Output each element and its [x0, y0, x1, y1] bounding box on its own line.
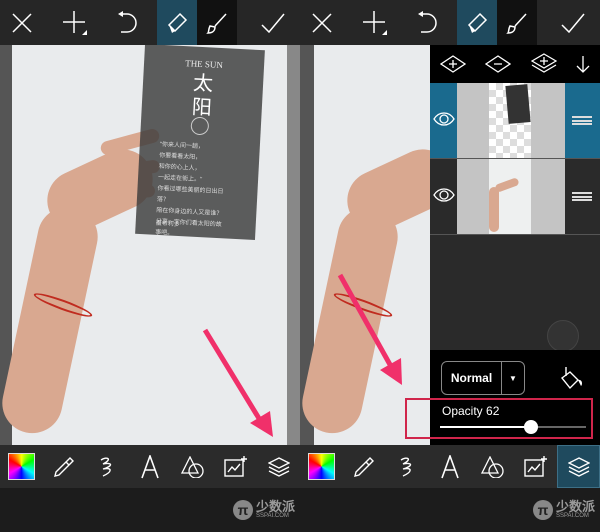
apply-button[interactable]: [251, 0, 294, 45]
brush-icon: [206, 12, 227, 34]
stroke-button[interactable]: [86, 445, 129, 488]
add-sticker-icon: [224, 455, 247, 477]
eye-icon[interactable]: [433, 111, 455, 127]
merge-layer-icon[interactable]: [530, 53, 557, 75]
photo-canvas[interactable]: Normal ▼ Opacity 62: [300, 45, 600, 445]
close-icon: [11, 12, 32, 33]
paint-bucket-icon[interactable]: [560, 366, 584, 392]
brush-icon: [506, 12, 527, 34]
eraser-icon: [167, 12, 188, 33]
annotation-arrow: [337, 273, 402, 385]
close-button[interactable]: [300, 0, 343, 45]
right-screen: Normal ▼ Opacity 62 π 少数派 SSPAI.COM: [300, 0, 600, 532]
layer-row-background[interactable]: [430, 159, 600, 235]
top-toolbar: [0, 0, 300, 45]
layers-actions: [430, 45, 600, 83]
checkmark-icon: [560, 13, 585, 33]
layers-icon: [267, 456, 290, 477]
watermark: π 少数派 SSPAI.COM: [533, 500, 595, 520]
shapes-button[interactable]: [471, 445, 514, 488]
shapes-icon: [180, 455, 204, 478]
add-icon: [62, 10, 87, 35]
eyedropper-button[interactable]: [43, 445, 86, 488]
eraser-button[interactable]: [157, 0, 197, 45]
add-sticker-button[interactable]: [214, 445, 257, 488]
stroke-button[interactable]: [386, 445, 429, 488]
layers-button[interactable]: [557, 445, 600, 488]
text-button[interactable]: [429, 445, 472, 488]
drag-handle-icon[interactable]: [572, 116, 592, 125]
eyedropper-icon: [354, 456, 375, 477]
text-icon: [441, 454, 459, 478]
eye-icon[interactable]: [433, 187, 455, 203]
chevron-down-icon: ▼: [509, 373, 517, 383]
color-picker-icon: [307, 453, 335, 480]
stroke-icon: [100, 456, 112, 477]
layer-row-sun-card[interactable]: [430, 83, 600, 159]
color-button[interactable]: [0, 445, 43, 488]
blend-mode-dropdown[interactable]: Normal ▼: [441, 361, 525, 395]
color-picker-icon: [7, 453, 35, 480]
sun-card-layer[interactable]: THE SUN 太阳 "你来人间一趟， 你要看看太阳， 和你的心上人， 一起走在街上。…: [135, 45, 265, 241]
eraser-icon: [467, 12, 488, 33]
left-screen: THE SUN 太阳 "你来人间一趟， 你要看看太阳， 和你的心上人， 一起走在街上。…: [0, 0, 300, 532]
checkmark-icon: [260, 13, 285, 33]
bottom-toolbar: [0, 445, 300, 488]
eyedropper-button[interactable]: [343, 445, 386, 488]
brush-button[interactable]: [197, 0, 237, 45]
add-button[interactable]: [53, 0, 96, 45]
remove-layer-icon[interactable]: [485, 55, 512, 73]
eraser-button[interactable]: [457, 0, 497, 45]
eyedropper-icon: [54, 456, 75, 477]
undo-icon: [417, 10, 437, 33]
highlight-box: [405, 398, 593, 439]
layer-thumbnail: [457, 159, 565, 234]
add-icon: [362, 10, 387, 35]
add-sticker-button[interactable]: [514, 445, 557, 488]
card-footer: 蛋布利多: [155, 220, 180, 229]
undo-button[interactable]: [406, 0, 449, 45]
color-button[interactable]: [300, 445, 343, 488]
stroke-icon: [400, 456, 412, 477]
layers-icon: [567, 456, 590, 477]
shapes-button[interactable]: [171, 445, 214, 488]
card-title-zh: 太阳: [191, 70, 214, 120]
text-button[interactable]: [129, 445, 172, 488]
close-button[interactable]: [0, 0, 43, 45]
add-sticker-icon: [524, 455, 547, 477]
close-icon: [311, 12, 332, 33]
undo-button[interactable]: [106, 0, 149, 45]
brush-button[interactable]: [497, 0, 537, 45]
text-icon: [141, 454, 159, 478]
watermark: π 少数派 SSPAI.COM: [233, 500, 295, 520]
layers-panel: [430, 45, 600, 350]
add-layer-icon[interactable]: [439, 55, 466, 73]
layer-thumbnail: [457, 83, 565, 158]
add-button[interactable]: [353, 0, 396, 45]
shapes-icon: [480, 455, 504, 478]
drag-handle-icon[interactable]: [572, 192, 592, 201]
card-body: "你来人间一趟， 你要看看太阳， 和你的心上人， 一起走在街上。" 你看过哪些美丽的日出…: [155, 141, 224, 237]
bottom-toolbar: [300, 445, 600, 488]
photo-canvas[interactable]: THE SUN 太阳 "你来人间一趟， 你要看看太阳， 和你的心上人， 一起走在街上。…: [0, 45, 300, 445]
undo-icon: [117, 10, 137, 33]
layers-button[interactable]: [257, 445, 300, 488]
top-toolbar: [300, 0, 600, 45]
annotation-arrow: [202, 328, 273, 437]
move-down-icon[interactable]: [576, 55, 590, 73]
apply-button[interactable]: [551, 0, 594, 45]
